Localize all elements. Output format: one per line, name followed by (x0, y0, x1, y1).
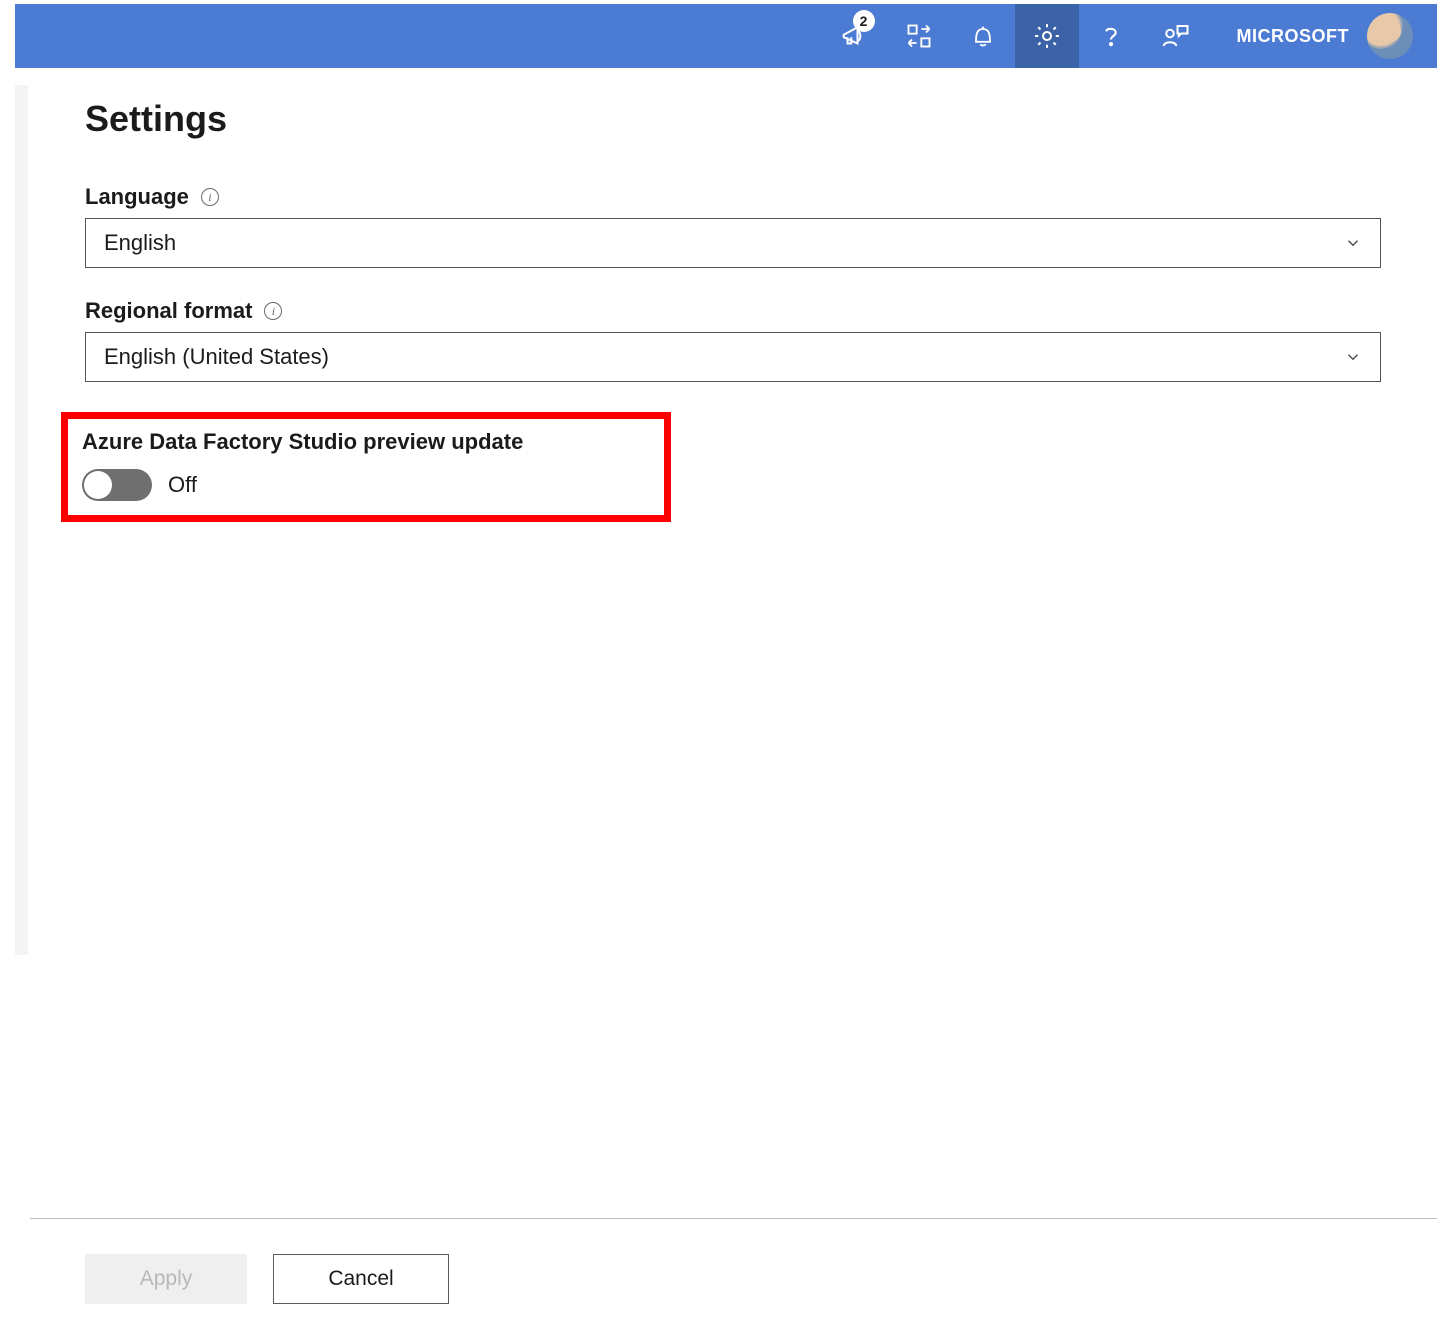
preview-update-toggle[interactable] (82, 469, 152, 501)
chevron-down-icon (1344, 348, 1362, 366)
announcements-badge: 2 (853, 10, 875, 32)
person-feedback-icon (1160, 21, 1190, 51)
left-rail-edge (15, 85, 28, 955)
language-field: Language i English (85, 184, 1397, 268)
settings-button[interactable] (1015, 4, 1079, 68)
notifications-button[interactable] (951, 4, 1015, 68)
user-avatar[interactable] (1367, 13, 1413, 59)
footer-divider (30, 1218, 1437, 1219)
cancel-button[interactable]: Cancel (273, 1254, 449, 1304)
feedback-button[interactable] (1143, 4, 1207, 68)
switch-directory-icon (905, 22, 933, 50)
regional-format-select[interactable]: English (United States) (85, 332, 1381, 382)
question-icon (1097, 22, 1125, 50)
preview-update-label: Azure Data Factory Studio preview update (82, 429, 650, 455)
regional-format-field: Regional format i English (United States… (85, 298, 1397, 382)
language-value: English (104, 230, 176, 256)
help-button[interactable] (1079, 4, 1143, 68)
preview-update-highlight: Azure Data Factory Studio preview update… (61, 412, 671, 522)
tenant-label: MICROSOFT (1237, 26, 1350, 47)
page-title: Settings (85, 98, 1397, 140)
top-toolbar: 2 (15, 4, 1437, 68)
regional-format-value: English (United States) (104, 344, 329, 370)
toolbar-icon-group: 2 (823, 4, 1207, 68)
info-icon[interactable]: i (264, 302, 282, 320)
language-label: Language (85, 184, 189, 210)
regional-format-label: Regional format (85, 298, 252, 324)
settings-panel: Settings Language i English Regional for… (85, 98, 1397, 1335)
footer-actions: Apply Cancel (85, 1254, 449, 1304)
announcements-button[interactable]: 2 (823, 4, 887, 68)
toolbar-right-group: MICROSOFT (1237, 13, 1414, 59)
language-select[interactable]: English (85, 218, 1381, 268)
chevron-down-icon (1344, 234, 1362, 252)
preview-update-state: Off (168, 472, 197, 498)
info-icon[interactable]: i (201, 188, 219, 206)
bell-icon (969, 22, 997, 50)
preview-update-toggle-row: Off (82, 469, 650, 501)
gear-icon (1032, 21, 1062, 51)
switch-directory-button[interactable] (887, 4, 951, 68)
apply-button: Apply (85, 1254, 247, 1304)
toggle-knob (84, 471, 112, 499)
